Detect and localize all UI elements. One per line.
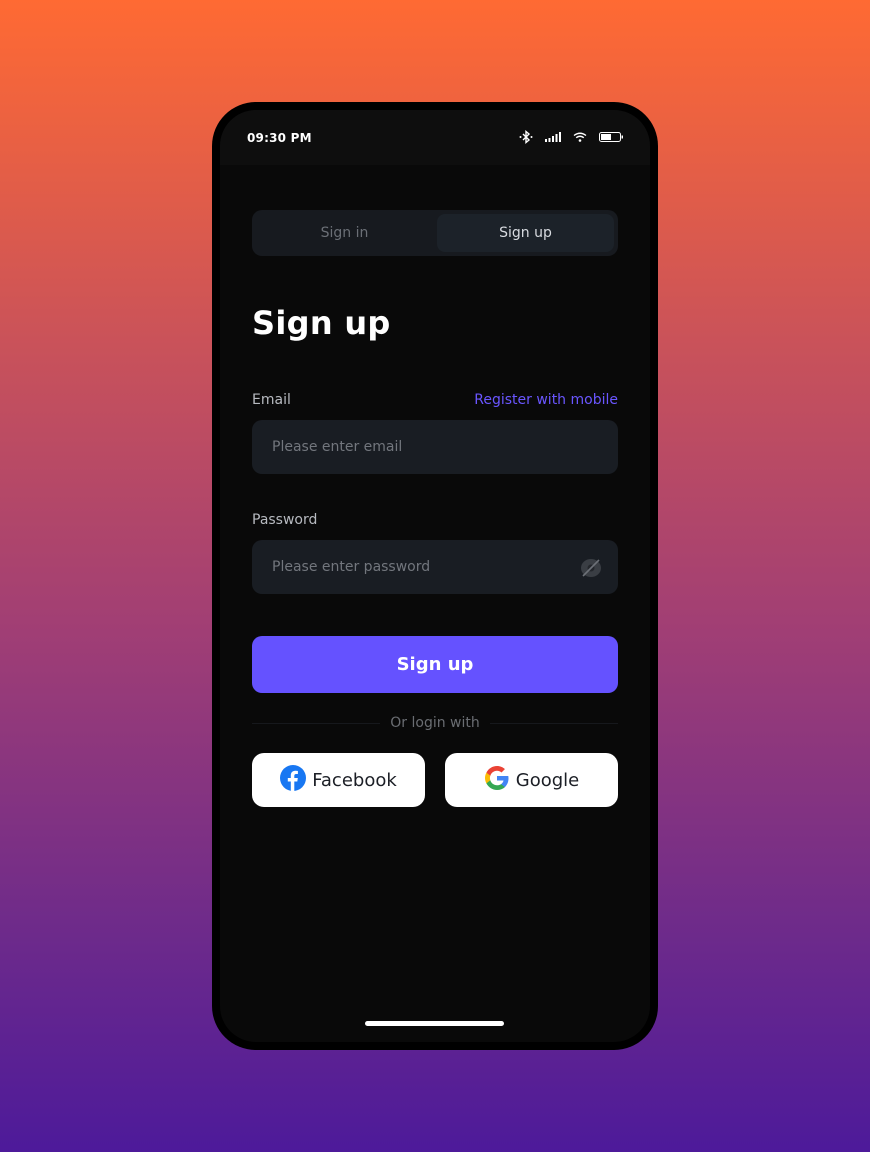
facebook-icon <box>280 764 307 796</box>
facebook-login-button[interactable]: Facebook <box>252 753 425 807</box>
sign-up-button[interactable]: Sign up <box>252 636 618 693</box>
google-label: Google <box>515 769 580 791</box>
facebook-label: Facebook <box>312 769 397 791</box>
tab-sign-in[interactable]: Sign in <box>256 214 433 252</box>
password-label: Password <box>252 512 318 528</box>
signal-icon <box>545 132 561 142</box>
wifi-icon <box>573 132 587 142</box>
google-icon <box>484 765 510 796</box>
background: 09:30 PM Sign in Sign up Sign up Email R… <box>0 0 870 1152</box>
auth-tabs: Sign in Sign up <box>252 210 618 256</box>
email-input[interactable] <box>272 439 598 455</box>
phone-screen: 09:30 PM Sign in Sign up Sign up Email R… <box>220 110 650 1042</box>
home-indicator[interactable] <box>365 1021 504 1026</box>
status-icons <box>519 130 624 144</box>
password-label-row: Password <box>252 512 618 528</box>
email-label: Email <box>252 392 291 408</box>
status-bar: 09:30 PM <box>220 110 650 165</box>
register-with-mobile-link[interactable]: Register with mobile <box>474 392 618 408</box>
social-login-buttons: Facebook Google <box>252 753 618 807</box>
eye-off-icon[interactable] <box>580 557 602 583</box>
divider-line-left <box>252 722 381 724</box>
or-login-divider: Or login with <box>252 715 619 731</box>
email-label-row: Email Register with mobile <box>252 392 618 408</box>
phone-frame: 09:30 PM Sign in Sign up Sign up Email R… <box>212 102 658 1050</box>
sign-up-form: Sign in Sign up Sign up Email Register w… <box>252 210 619 807</box>
status-time: 09:30 PM <box>247 131 312 145</box>
bluetooth-icon <box>519 130 533 144</box>
page-title: Sign up <box>252 304 391 342</box>
tab-sign-up[interactable]: Sign up <box>437 214 614 252</box>
divider-line-right <box>489 722 619 724</box>
password-input[interactable] <box>272 559 598 575</box>
email-field-container <box>252 420 618 474</box>
google-login-button[interactable]: Google <box>445 753 618 807</box>
divider-text: Or login with <box>390 715 480 731</box>
battery-icon <box>599 132 624 142</box>
password-field-container <box>252 540 618 594</box>
